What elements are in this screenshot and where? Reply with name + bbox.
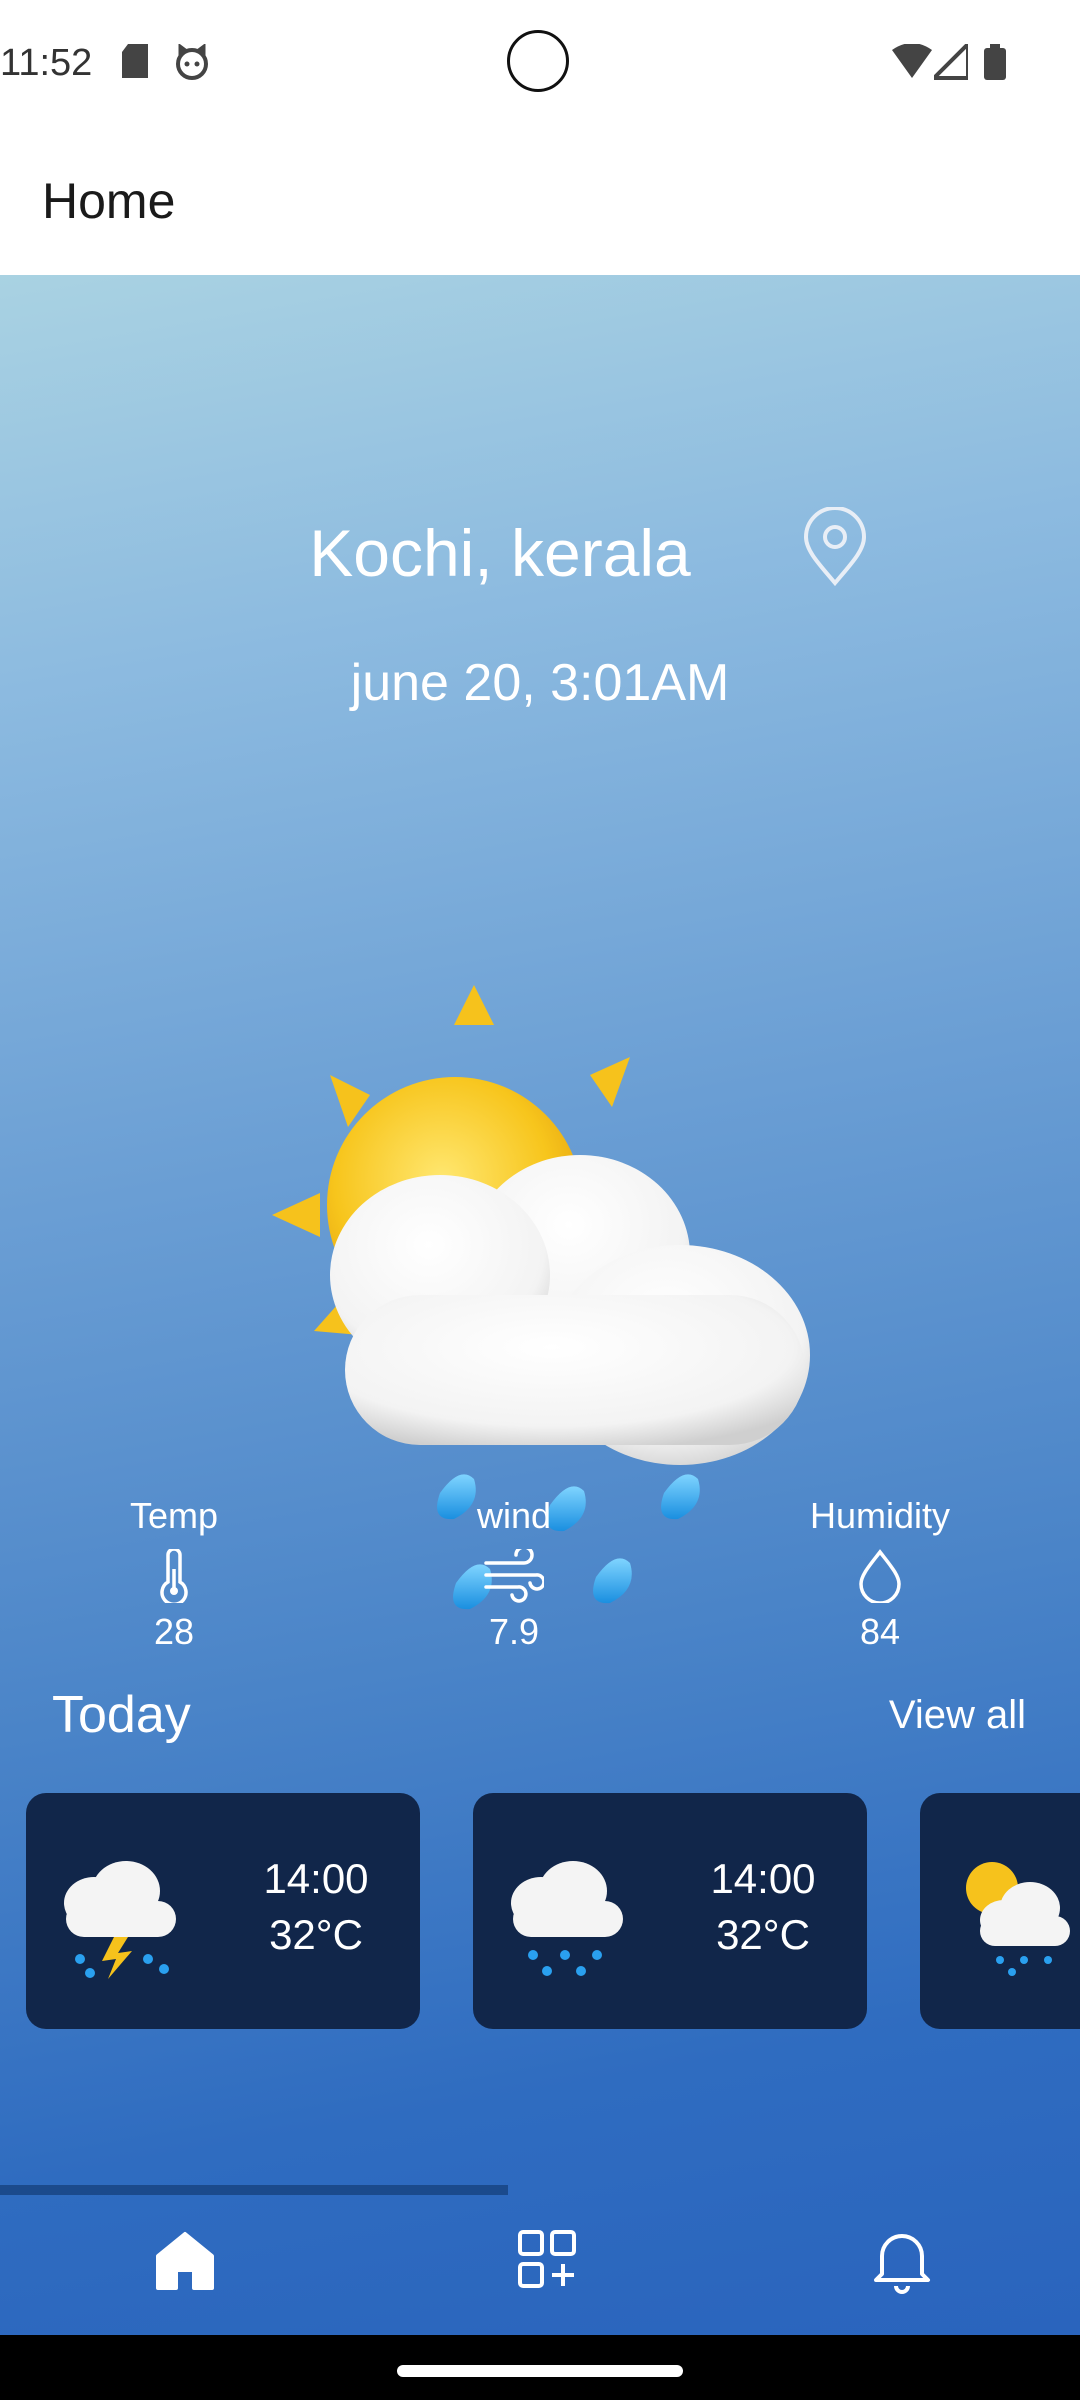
- camera-cutout: [507, 30, 569, 92]
- forecast-scroll-indicator: [0, 2185, 1080, 2195]
- forecast-temp: 32°C: [269, 1911, 363, 1958]
- wifi-icon: [892, 44, 932, 78]
- gesture-bar: [0, 2335, 1080, 2400]
- status-time: 11:52: [0, 42, 93, 84]
- add-widget-icon[interactable]: [516, 2228, 578, 2290]
- status-bar: 11:52: [0, 0, 1080, 130]
- forecast-card[interactable]: [920, 1793, 1080, 2029]
- stat-wind: wind 7.9: [394, 1495, 634, 1653]
- signal-icon: [934, 44, 968, 80]
- sun-rain-cloud-icon: [966, 1862, 1070, 1976]
- view-all-link[interactable]: View all: [889, 1693, 1026, 1738]
- stat-label: wind: [476, 1495, 552, 1536]
- bell-icon[interactable]: [872, 2228, 932, 2294]
- stat-humidity: Humidity 84: [760, 1495, 1000, 1653]
- stat-value: 28: [153, 1611, 195, 1652]
- wind-icon: [484, 1549, 544, 1603]
- sd-card-icon: [122, 44, 148, 78]
- main-content[interactable]: Kochi, kerala june 20, 3:01AM Temp 28 wi…: [0, 275, 1080, 2335]
- home-icon[interactable]: [152, 2228, 218, 2294]
- stat-temp: Temp 28: [54, 1495, 294, 1653]
- forecast-card[interactable]: 14:00 32°C: [473, 1793, 867, 2029]
- home-handle[interactable]: [397, 2365, 683, 2377]
- rain-cloud-icon: [511, 1861, 623, 1976]
- forecast-scroll-thumb[interactable]: [0, 2185, 508, 2195]
- stat-label: Humidity: [809, 1495, 951, 1536]
- app-bar: Home: [0, 130, 1080, 275]
- location-pin-icon[interactable]: [800, 507, 870, 587]
- thunderstorm-icon: [64, 1861, 176, 1979]
- forecast-temp: 32°C: [716, 1911, 810, 1958]
- stat-value: 84: [859, 1611, 901, 1652]
- today-heading: Today: [52, 1686, 191, 1744]
- forecast-time: 14:00: [710, 1855, 816, 1902]
- forecast-card[interactable]: 14:00 32°C: [26, 1793, 420, 2029]
- stat-value: 7.9: [488, 1611, 540, 1652]
- droplet-icon: [859, 1549, 901, 1603]
- date-time-label: june 20, 3:01AM: [350, 654, 730, 712]
- bottom-navigation: [0, 2200, 1080, 2335]
- stat-label: Temp: [129, 1495, 219, 1536]
- forecast-time: 14:00: [263, 1855, 369, 1902]
- battery-icon: [984, 44, 1006, 80]
- cat-face-icon: [176, 44, 208, 80]
- thermometer-icon: [160, 1549, 188, 1603]
- sun-cloud-rain-icon: [272, 985, 810, 1610]
- page-title: Home: [42, 173, 176, 229]
